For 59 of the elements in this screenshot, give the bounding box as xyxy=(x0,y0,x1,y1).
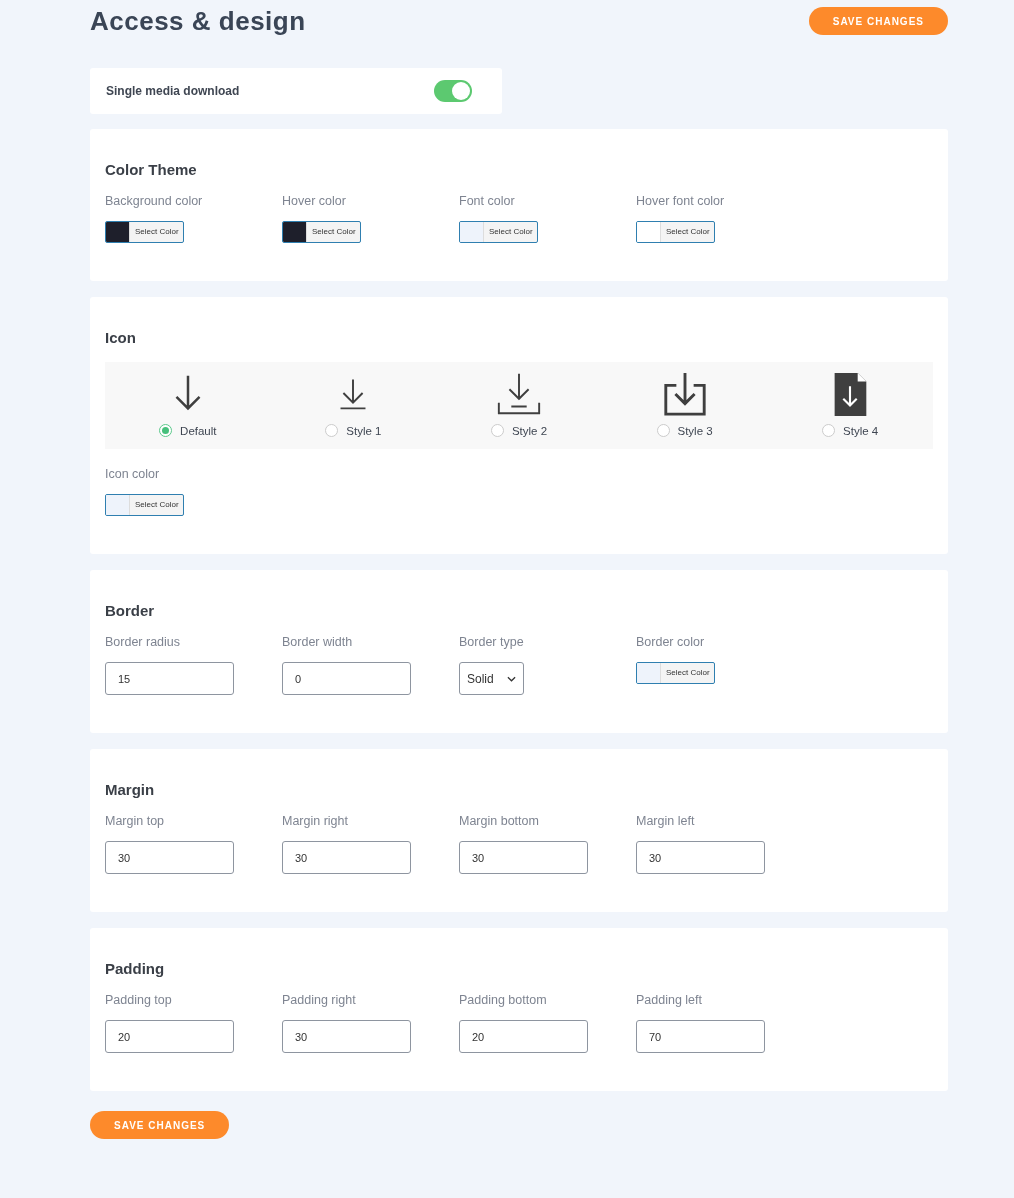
number-field[interactable]: 20 xyxy=(459,1020,588,1053)
select-color-button[interactable]: Select Color xyxy=(307,222,358,242)
field-label: Border width xyxy=(282,635,353,649)
radio-button[interactable] xyxy=(656,424,670,437)
color-picker[interactable]: Select Color xyxy=(282,221,361,243)
field-label: Border color xyxy=(636,635,705,649)
number-field[interactable]: 30 xyxy=(636,841,765,874)
setting-label: Single media download xyxy=(106,84,240,98)
field-label: Margin right xyxy=(282,814,348,828)
field-label: Hover color xyxy=(282,194,346,208)
number-field[interactable]: 20 xyxy=(105,1020,234,1053)
select-color-button[interactable]: Select Color xyxy=(130,222,181,242)
caret-icon xyxy=(507,675,516,682)
number-field[interactable]: 30 xyxy=(105,841,234,874)
field-label: Hover font color xyxy=(636,194,725,208)
select-color-button[interactable]: Select Color xyxy=(484,222,535,242)
number-field[interactable]: 30 xyxy=(282,841,411,874)
radio-label: Style 2 xyxy=(511,424,548,437)
section-title: Padding xyxy=(105,960,166,977)
field-label: Font color xyxy=(459,194,515,208)
radio-label: Style 1 xyxy=(346,424,382,437)
radio-label: Style 4 xyxy=(843,424,879,437)
dropdown[interactable]: Solid xyxy=(459,662,524,695)
field-label: Margin left xyxy=(636,814,695,828)
section-title: Color Theme xyxy=(105,161,198,178)
radio-button[interactable] xyxy=(159,424,173,437)
number-field[interactable]: 70 xyxy=(636,1020,765,1053)
select-color-button[interactable]: Select Color xyxy=(661,663,712,683)
color-picker[interactable]: Select Color xyxy=(105,494,184,516)
section-title: Border xyxy=(105,602,156,619)
field-label: Margin bottom xyxy=(459,814,539,828)
number-field[interactable]: 30 xyxy=(459,841,588,874)
color-picker[interactable]: Select Color xyxy=(105,221,184,243)
field-label: Padding right xyxy=(282,993,356,1007)
number-field[interactable]: 15 xyxy=(105,662,234,695)
field-label: Padding top xyxy=(105,993,172,1007)
field-label: Border type xyxy=(459,635,524,649)
field-label: Margin top xyxy=(105,814,165,828)
radio-button[interactable] xyxy=(490,424,504,437)
field-label: Icon color xyxy=(105,467,160,481)
color-picker[interactable]: Select Color xyxy=(459,221,538,243)
page-title: Access & design xyxy=(90,5,306,37)
number-field[interactable]: 0 xyxy=(282,662,411,695)
radio-label: Style 3 xyxy=(677,424,713,437)
color-picker[interactable]: Select Color xyxy=(636,221,715,243)
field-label: Padding bottom xyxy=(459,993,547,1007)
field-label: Padding left xyxy=(636,993,703,1007)
radio-button[interactable] xyxy=(822,424,836,437)
select-color-button[interactable]: Select Color xyxy=(130,495,181,515)
field-label: Background color xyxy=(105,194,203,208)
toggle-switch[interactable] xyxy=(434,80,472,102)
section-title: Margin xyxy=(105,781,156,798)
radio-label: Default xyxy=(180,424,217,437)
radio-button[interactable] xyxy=(325,424,339,437)
field-label: Border radius xyxy=(105,635,181,649)
color-picker[interactable]: Select Color xyxy=(636,662,715,684)
section-title: Icon xyxy=(105,329,137,346)
number-field[interactable]: 30 xyxy=(282,1020,411,1053)
select-color-button[interactable]: Select Color xyxy=(661,222,712,242)
